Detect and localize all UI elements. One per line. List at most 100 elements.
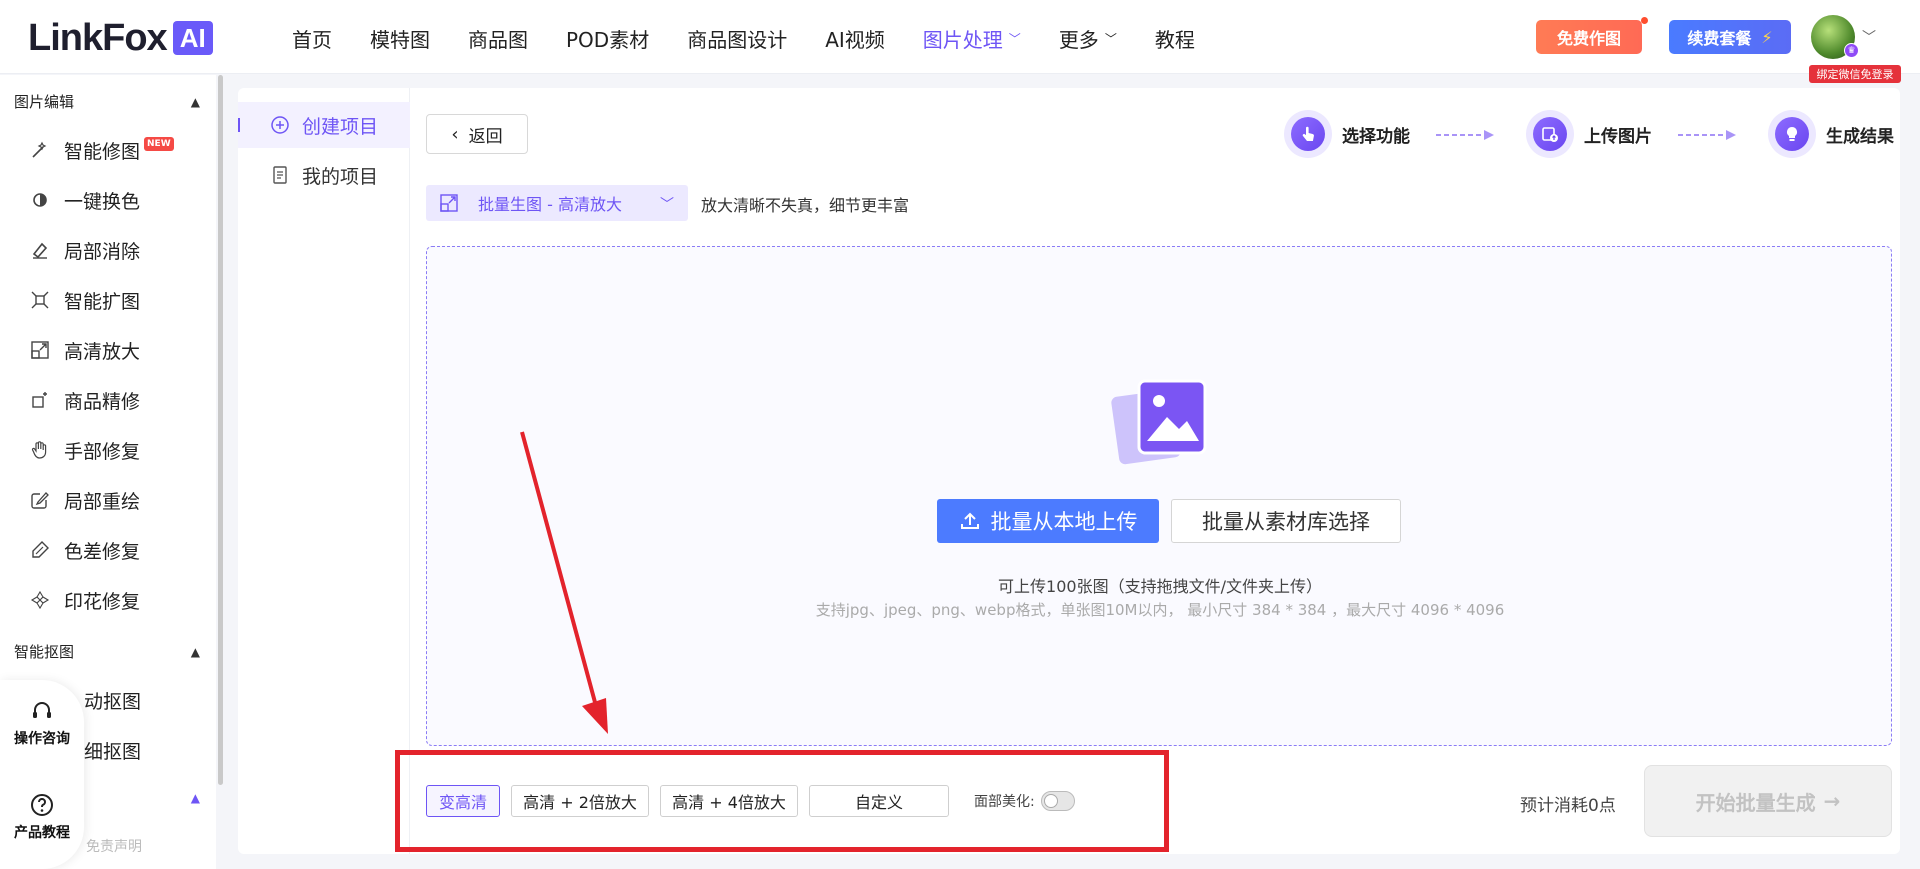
sidebar-group-image-edit[interactable]: 图片编辑 ▲: [14, 91, 200, 112]
arrow-right-icon: →: [1823, 789, 1841, 813]
project-menu: 创建项目 我的项目: [238, 88, 410, 854]
tutorial-button[interactable]: 产品教程: [0, 792, 84, 842]
mode-select-dropdown[interactable]: 批量生图 - 高清放大 ﹀: [426, 185, 688, 221]
headset-icon: [33, 702, 51, 718]
vip-crown-icon: ♛: [1844, 43, 1859, 58]
disclaimer-link[interactable]: 免责声明: [86, 836, 142, 856]
magic-wand-icon: [30, 140, 50, 160]
step-label: 上传图片: [1584, 126, 1652, 147]
notification-dot: [1641, 17, 1648, 24]
nav-product-image[interactable]: 商品图: [468, 24, 528, 53]
chevron-down-icon: ﹀: [660, 197, 674, 213]
sidebar-item-auto-cutout[interactable]: 动抠图: [84, 686, 141, 714]
upload-library-button[interactable]: 批量从素材库选择: [1171, 499, 1401, 543]
redraw-icon: [30, 490, 50, 510]
mode-description: 放大清晰不失真，细节更丰富: [701, 196, 910, 215]
lightning-icon: ⚡: [1761, 27, 1773, 47]
top-navigation-bar: LinkFox AI 首页 模特图 商品图 POD素材 商品图设计 AI视频 图…: [0, 0, 1920, 83]
upload-image-icon: [1542, 127, 1558, 142]
new-badge: NEW: [144, 137, 174, 151]
sidebar-item-hand-repair[interactable]: 手部修复: [30, 436, 140, 464]
nav-product-design[interactable]: 商品图设计: [687, 24, 787, 53]
free-create-button[interactable]: 免费作图: [1536, 20, 1642, 54]
renew-plan-button[interactable]: 续费套餐 ⚡: [1669, 20, 1791, 54]
sidebar-item-partial-redraw[interactable]: 局部重绘: [30, 486, 140, 514]
logo-ai-badge: AI: [172, 21, 213, 55]
retouch-icon: [30, 390, 50, 410]
step-icon-wrap: [1284, 110, 1332, 158]
chevron-down-icon[interactable]: ﹀: [1862, 27, 1876, 47]
upload-icon: [960, 512, 979, 529]
create-project-label: 创建项目: [302, 115, 379, 138]
sidebar-item-smart-retouch[interactable]: 智能修图 NEW: [30, 136, 174, 164]
chevron-up-icon: ▲: [190, 791, 200, 805]
document-list-icon: [273, 166, 287, 184]
dashed-arrow-icon: [1436, 130, 1494, 140]
sidebar-item-product-retouch[interactable]: 商品精修: [30, 386, 140, 414]
upscale-icon: [440, 194, 458, 212]
sidebar-group-smart-cutout[interactable]: 智能抠图 ▲: [14, 641, 200, 662]
sidebar-group-title: 图片编辑: [14, 93, 75, 111]
sidebar-scrollbar[interactable]: [218, 75, 223, 785]
sidebar-item-label: 一键换色: [64, 190, 141, 213]
bind-wechat-tag[interactable]: 绑定微信免登录: [1809, 65, 1901, 83]
annotation-highlight-box: [395, 750, 1169, 852]
upload-hint-primary: 可上传100张图（支持拖拽文件/文件夹上传）: [998, 577, 1322, 596]
step-select-function: 选择功能: [1284, 110, 1410, 158]
estimated-cost: 预计消耗0点: [1520, 796, 1616, 816]
sidebar-item-smart-expand[interactable]: 智能扩图: [30, 286, 140, 314]
step-upload-image: 上传图片: [1526, 110, 1652, 158]
eraser-icon: [30, 240, 50, 260]
sidebar-item-color-swap[interactable]: 一键换色: [30, 186, 140, 214]
logo-text: LinkFox: [28, 16, 168, 59]
upscale-icon: [30, 340, 50, 360]
linkfox-logo[interactable]: LinkFox AI: [28, 16, 213, 59]
nav-more-label: 更多: [1058, 27, 1099, 52]
question-icon: [31, 794, 53, 816]
sidebar-item-hd-upscale[interactable]: 高清放大: [30, 336, 140, 364]
sidebar-item-label: 智能扩图: [64, 290, 141, 313]
sidebar-item-fine-cutout[interactable]: 细抠图: [84, 736, 141, 764]
upload-hint-secondary: 支持jpg、jpeg、png、webp格式，单张图10M以内， 最小尺寸 384…: [815, 601, 1505, 619]
main-panel: ‹ 返回 选择功能 上传图片 生成结果 批量生图 - 高清放大 ﹀ 放大清晰不失…: [410, 88, 1900, 854]
nav-model-image[interactable]: 模特图: [370, 24, 430, 53]
bulb-icon: [1787, 127, 1797, 141]
expand-icon: [30, 290, 50, 310]
active-indicator: [238, 118, 240, 132]
floating-help-panel: 操作咨询 产品教程: [0, 680, 84, 869]
nav-tutorial[interactable]: 教程: [1155, 24, 1195, 53]
progress-steps: 选择功能 上传图片 生成结果: [410, 110, 1900, 160]
start-batch-button[interactable]: 开始批量生成 →: [1644, 765, 1892, 837]
sidebar-item-label: 细抠图: [84, 740, 142, 763]
nav-pod-assets[interactable]: POD素材: [566, 24, 649, 53]
sidebar-item-label: 印花修复: [64, 590, 141, 613]
step-label: 选择功能: [1342, 126, 1410, 147]
image-gallery-icon: [1111, 379, 1207, 465]
upload-local-label: 批量从本地上传: [990, 510, 1138, 534]
my-projects-tab[interactable]: 我的项目: [238, 152, 410, 198]
color-fix-icon: [30, 540, 50, 560]
pointer-hand-icon: [1302, 126, 1314, 141]
dashed-arrow-icon: [1678, 130, 1736, 140]
sidebar-item-label: 局部消除: [64, 240, 141, 263]
nav-ai-video[interactable]: AI视频: [825, 24, 885, 53]
start-batch-label: 开始批量生成: [1695, 790, 1816, 815]
create-project-tab[interactable]: 创建项目: [238, 102, 410, 148]
sidebar-item-label: 手部修复: [64, 440, 141, 463]
main-nav: 首页 模特图 商品图 POD素材 商品图设计 AI视频 图片处理 ﹀ 更多 ﹀ …: [292, 22, 1233, 54]
sidebar-item-color-fix[interactable]: 色差修复: [30, 536, 140, 564]
sidebar-item-print-fix[interactable]: 印花修复: [30, 586, 140, 614]
consult-button[interactable]: 操作咨询: [0, 698, 84, 748]
my-projects-label: 我的项目: [302, 165, 379, 188]
nav-more[interactable]: 更多 ﹀: [1059, 24, 1117, 53]
step-label: 生成结果: [1826, 126, 1894, 147]
nav-image-processing-label: 图片处理: [922, 27, 1003, 52]
upload-dropzone[interactable]: 批量从本地上传 批量从素材库选择 可上传100张图（支持拖拽文件/文件夹上传） …: [426, 246, 1892, 746]
sidebar-item-partial-erase[interactable]: 局部消除: [30, 236, 140, 264]
nav-home[interactable]: 首页: [292, 24, 332, 53]
color-swap-icon: [30, 190, 50, 210]
print-fix-icon: [30, 590, 50, 610]
upload-local-button[interactable]: 批量从本地上传: [937, 499, 1159, 543]
sidebar-group-title: 智能抠图: [14, 643, 75, 661]
nav-image-processing[interactable]: 图片处理 ﹀: [923, 24, 1021, 53]
